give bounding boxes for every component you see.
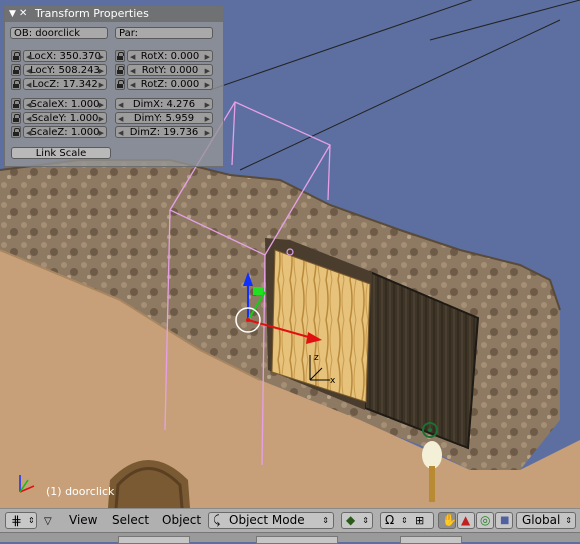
lock-roty-icon[interactable] [115,64,125,76]
rotz-field[interactable]: ◀ RotZ: 0.000 ▶ [127,78,213,90]
parent-field[interactable]: Par: [115,27,213,39]
lock-locx-icon[interactable] [11,50,21,62]
mode-select[interactable]: ⤹ Object Mode ⇕ [208,512,334,529]
dimy-value: DimY: 5.959 [133,113,195,124]
lock-rotx-icon[interactable] [115,50,125,62]
hand-icon: ✋ [442,513,457,527]
locz-field[interactable]: ◀ LocZ: 17.342 ▶ [23,78,107,90]
pivot-select[interactable]: ◆ ⇕ [341,512,373,529]
locx-field[interactable]: ◀ LocX: 350.370 ▶ [23,50,107,62]
roty-value: RotY: 0.000 [141,65,199,76]
square-icon: ■ [500,515,510,526]
lower-tab-3[interactable] [400,536,462,544]
rotate-icon: ▲ [461,513,471,527]
view-menu[interactable]: View [69,513,97,528]
scale-icon: ◎ [480,513,491,527]
object-status-label: (1) doorclick [46,485,115,498]
scalex-field[interactable]: ◀ ScaleX: 1.000 ▶ [23,98,107,110]
snap-magnet-icon: Ω [385,513,395,527]
lock-locy-icon[interactable] [11,64,21,76]
dimx-field[interactable]: ◀ DimX: 4.276 ▶ [115,98,213,110]
lock-locz-icon[interactable] [11,78,21,90]
scaley-field[interactable]: ◀ ScaleY: 1.000 ▶ [23,112,107,124]
rotate-manipulator-button[interactable]: ▲ [457,512,475,529]
locy-value: LocY: 508.243 [30,65,100,76]
roty-field[interactable]: ◀ RotY: 0.000 ▶ [127,64,213,76]
object-mode-icon: ⤹ [213,513,221,527]
rotz-value: RotZ: 0.000 [140,79,200,90]
lower-tab-1[interactable] [118,536,190,544]
link-scale-button[interactable]: Link Scale [11,147,111,159]
dimz-value: DimZ: 19.736 [129,127,199,138]
lower-tab-2[interactable] [256,536,338,544]
3d-view-header: ⋕ ⇕ ▽ View Select Object ⤹ Object Mode ⇕… [0,508,580,532]
panel-title: Transform Properties [35,7,149,20]
editor-type-button[interactable]: ⋕ ⇕ [5,512,37,529]
view-align-button[interactable]: ■ [495,512,513,529]
3d-viewport[interactable]: z x (1) doorclick ▼ ✕ Transform Properti… [0,0,580,508]
orientation-label: Global [522,513,561,527]
panel-header[interactable]: ▼ ✕ Transform Properties [5,6,223,22]
lock-scalez-icon[interactable] [11,126,21,138]
locx-value: LocX: 350.370 [29,51,101,62]
scalez-value: ScaleZ: 1.000 [30,127,100,138]
grid-icon: ⋕ [11,514,22,529]
mode-label: Object Mode [229,513,305,527]
scaley-value: ScaleY: 1.000 [31,113,99,124]
lock-rotz-icon[interactable] [115,78,125,90]
dimy-field[interactable]: ◀ DimY: 5.959 ▶ [115,112,213,124]
manipulator-icon: ⊞ [415,514,425,527]
locy-field[interactable]: ◀ LocY: 508.243 ▶ [23,64,107,76]
scalex-value: ScaleX: 1.000 [30,99,100,110]
rotx-value: RotX: 0.000 [140,51,200,62]
menu-triangle-icon[interactable]: ▽ [44,514,52,529]
close-icon[interactable]: ✕ [19,6,27,22]
object-menu[interactable]: Object [162,513,201,528]
svg-text:x: x [330,376,336,386]
dimx-value: DimX: 4.276 [132,99,196,110]
lock-scaley-icon[interactable] [11,112,21,124]
object-name-field[interactable]: OB: doorclick [10,27,108,39]
scalez-field[interactable]: ◀ ScaleZ: 1.000 ▶ [23,126,107,138]
lock-scalex-icon[interactable] [11,98,21,110]
translate-manipulator-button[interactable]: ✋ [438,512,457,529]
lower-header-strip [0,532,580,544]
transform-properties-panel[interactable]: ▼ ✕ Transform Properties OB: doorclick P… [4,5,224,167]
locz-value: LocZ: 17.342 [32,79,98,90]
dimz-field[interactable]: ◀ DimZ: 19.736 ▶ [115,126,213,138]
collapse-triangle-icon[interactable]: ▼ [9,6,16,22]
select-menu[interactable]: Select [112,513,149,528]
orientation-select[interactable]: Global ⇕ [516,512,576,529]
pivot-icon: ◆ [346,513,356,527]
rotx-field[interactable]: ◀ RotX: 0.000 ▶ [127,50,213,62]
svg-text:z: z [314,353,319,363]
snap-select[interactable]: Ω ⇕ ⊞ [380,512,434,529]
scale-manipulator-button[interactable]: ◎ [476,512,494,529]
